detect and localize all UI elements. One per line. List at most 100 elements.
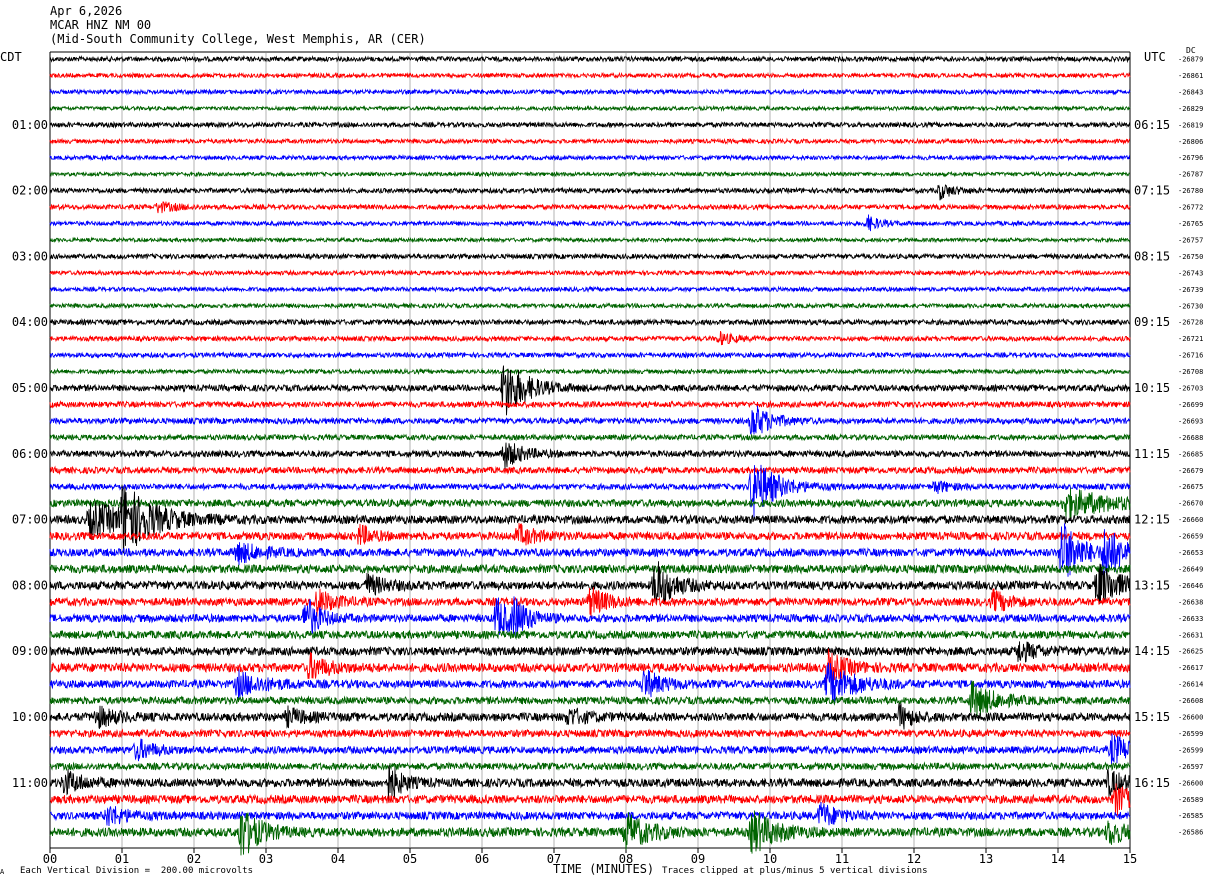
dc-offset-label: -26829 bbox=[1178, 105, 1203, 113]
trace-row bbox=[49, 641, 1131, 663]
trace-row bbox=[49, 104, 1131, 112]
dc-offset-label: -26660 bbox=[1178, 516, 1203, 524]
trace-row bbox=[49, 330, 1131, 346]
dc-offset-label: -26772 bbox=[1178, 204, 1203, 212]
dc-offset-label: -26675 bbox=[1178, 483, 1203, 491]
dc-offset-label: -26631 bbox=[1178, 631, 1203, 639]
utc-hour-label: 09:15 bbox=[1134, 315, 1170, 329]
dc-offset-label: -26649 bbox=[1178, 565, 1203, 573]
trace-row bbox=[49, 484, 1131, 554]
trace-row bbox=[49, 269, 1131, 277]
x-tick-label: 02 bbox=[187, 852, 201, 866]
trace-row bbox=[49, 351, 1131, 360]
trace-row bbox=[49, 120, 1131, 129]
trace-row bbox=[49, 301, 1131, 310]
trace-row bbox=[49, 88, 1131, 96]
dc-offset-label: -26765 bbox=[1178, 220, 1203, 228]
dc-offset-header: DC bbox=[1186, 46, 1196, 55]
trace-row bbox=[49, 783, 1131, 816]
x-tick-label: 06 bbox=[475, 852, 489, 866]
dc-offset-label: -26685 bbox=[1178, 450, 1203, 458]
dc-offset-label: -26728 bbox=[1178, 319, 1203, 327]
station-code: MCAR HNZ NM 00 bbox=[50, 18, 152, 32]
dc-offset-label: -26597 bbox=[1178, 763, 1203, 771]
dc-offset-label: -26646 bbox=[1178, 582, 1203, 590]
trace-row bbox=[49, 587, 1131, 618]
trace-row bbox=[49, 285, 1131, 294]
dc-offset-label: -26653 bbox=[1178, 549, 1203, 557]
left-axis-timezone: CDT bbox=[0, 50, 22, 64]
cdt-hour-label: 06:00 bbox=[12, 447, 48, 461]
dc-offset-label: -26633 bbox=[1178, 615, 1203, 623]
dc-offset-label: -26600 bbox=[1178, 779, 1203, 787]
trace-row bbox=[49, 703, 1131, 730]
dc-offset-label: -26585 bbox=[1178, 812, 1203, 820]
utc-hour-label: 16:15 bbox=[1134, 776, 1170, 790]
utc-hour-label: 06:15 bbox=[1134, 118, 1170, 132]
x-tick-label: 00 bbox=[43, 852, 57, 866]
x-tick-label: 14 bbox=[1051, 852, 1065, 866]
dc-offset-label: -26787 bbox=[1178, 171, 1203, 179]
dc-offset-label: -26599 bbox=[1178, 746, 1203, 754]
dc-offset-label: -26819 bbox=[1178, 121, 1203, 129]
dc-offset-label: -26843 bbox=[1178, 88, 1203, 96]
trace-row bbox=[49, 405, 1131, 436]
utc-hour-label: 13:15 bbox=[1134, 578, 1170, 592]
cdt-hour-label: 01:00 bbox=[12, 118, 48, 132]
trace-row bbox=[49, 367, 1131, 376]
dc-offset-label: -26757 bbox=[1178, 236, 1203, 244]
x-tick-label: 04 bbox=[331, 852, 345, 866]
utc-hour-label: 14:15 bbox=[1134, 644, 1170, 658]
trace-row bbox=[49, 487, 1131, 519]
dc-offset-label: -26599 bbox=[1178, 730, 1203, 738]
x-tick-label: 13 bbox=[979, 852, 993, 866]
trace-row bbox=[49, 54, 1131, 64]
station-location: (Mid-South Community College, West Memph… bbox=[50, 32, 426, 46]
x-tick-label: 05 bbox=[403, 852, 417, 866]
dc-offset-label: -26699 bbox=[1178, 401, 1203, 409]
trace-row bbox=[49, 236, 1131, 244]
dc-offset-label: -26614 bbox=[1178, 681, 1203, 689]
cdt-hour-label: 07:00 bbox=[12, 513, 48, 527]
right-axis-timezone: UTC bbox=[1144, 50, 1166, 64]
trace-row bbox=[49, 317, 1131, 327]
dc-offset-label: -26750 bbox=[1178, 253, 1203, 261]
trace-row bbox=[49, 563, 1131, 575]
trace-row bbox=[49, 765, 1131, 802]
utc-hour-label: 12:15 bbox=[1134, 513, 1170, 527]
trace-row bbox=[49, 728, 1131, 739]
cdt-hour-label: 11:00 bbox=[12, 776, 48, 790]
utc-hour-label: 11:15 bbox=[1134, 447, 1170, 461]
x-tick-label: 10 bbox=[763, 852, 777, 866]
trace-row bbox=[49, 465, 1131, 476]
dc-offset-label: -26879 bbox=[1178, 56, 1203, 64]
trace-row bbox=[49, 733, 1131, 765]
x-tick-label: 09 bbox=[691, 852, 705, 866]
trace-row bbox=[49, 433, 1131, 442]
trace-row bbox=[49, 137, 1131, 145]
dc-offset-label: -26703 bbox=[1178, 385, 1203, 393]
dc-offset-label: -26708 bbox=[1178, 368, 1203, 376]
trace-row bbox=[49, 170, 1130, 178]
utc-hour-label: 15:15 bbox=[1134, 710, 1170, 724]
dc-offset-label: -26721 bbox=[1178, 335, 1203, 343]
helicorder-plot: 00 01 02 03 04 05 06 07 08 09 10 11 12 13 14 15-26879-2… bbox=[12, 51, 1203, 866]
dc-offset-label: -26806 bbox=[1178, 138, 1203, 146]
dc-offset-label: -26716 bbox=[1178, 352, 1203, 360]
dc-offset-label: -26586 bbox=[1178, 829, 1203, 837]
dc-offset-label: -26743 bbox=[1178, 269, 1203, 277]
dc-offset-label: -26617 bbox=[1178, 664, 1203, 672]
trace-row bbox=[49, 801, 1131, 827]
dc-offset-label: -26638 bbox=[1178, 598, 1203, 606]
utc-hour-label: 07:15 bbox=[1134, 184, 1170, 198]
trace-row bbox=[49, 522, 1131, 546]
utc-hour-label: 10:15 bbox=[1134, 381, 1170, 395]
cdt-hour-label: 08:00 bbox=[12, 578, 48, 592]
dc-offset-label: -26589 bbox=[1178, 796, 1203, 804]
dc-offset-label: -26659 bbox=[1178, 533, 1203, 541]
dc-offset-label: -26861 bbox=[1178, 72, 1203, 80]
trace-row bbox=[49, 252, 1131, 261]
x-tick-label: 11 bbox=[835, 852, 849, 866]
cdt-hour-label: 09:00 bbox=[12, 644, 48, 658]
dc-offset-label: -26739 bbox=[1178, 286, 1203, 294]
